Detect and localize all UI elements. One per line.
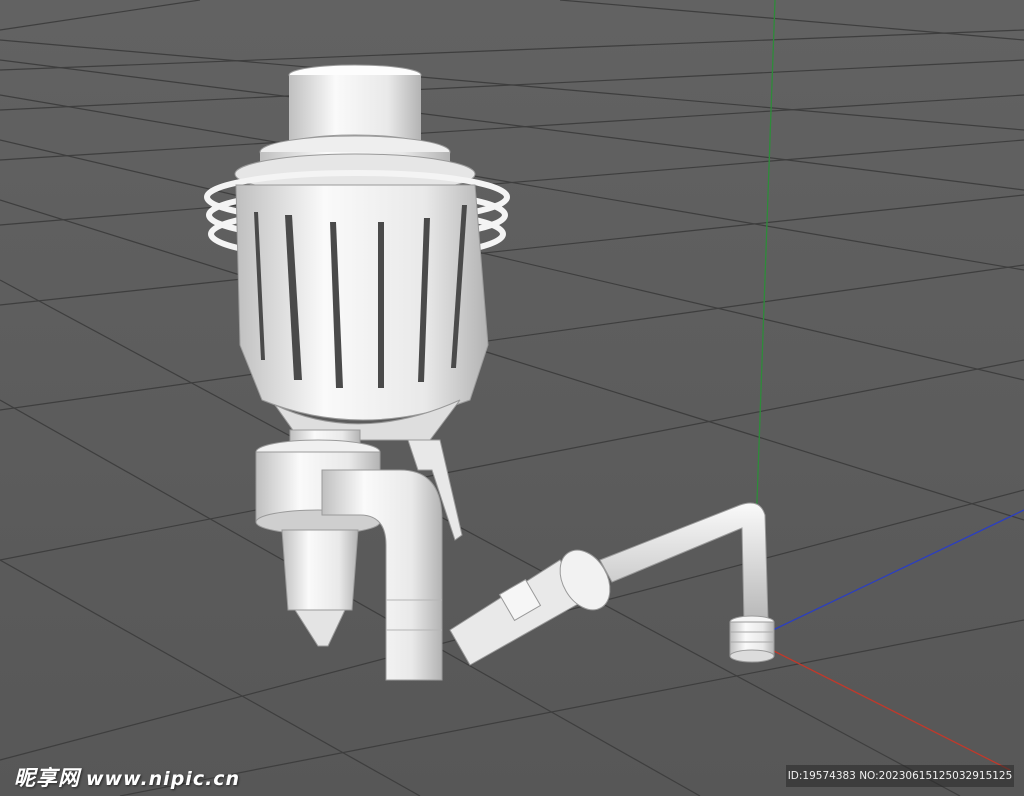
image-id-label: ID:19574383 NO:20230615125032915125 [786, 765, 1014, 787]
watermark-logo: 昵享网 www.nipic.cn [14, 762, 240, 792]
engine-model[interactable] [204, 64, 775, 681]
viewport-scene [0, 0, 1024, 796]
axis-gizmo [751, 0, 1024, 771]
watermark-site-name: 昵享网 [14, 766, 80, 790]
3d-viewport[interactable]: 昵享网 www.nipic.cn ID:19574383 NO:202306151… [0, 0, 1024, 796]
watermark-site-url: www.nipic.cn [86, 768, 241, 790]
ground-grid [0, 0, 1024, 796]
